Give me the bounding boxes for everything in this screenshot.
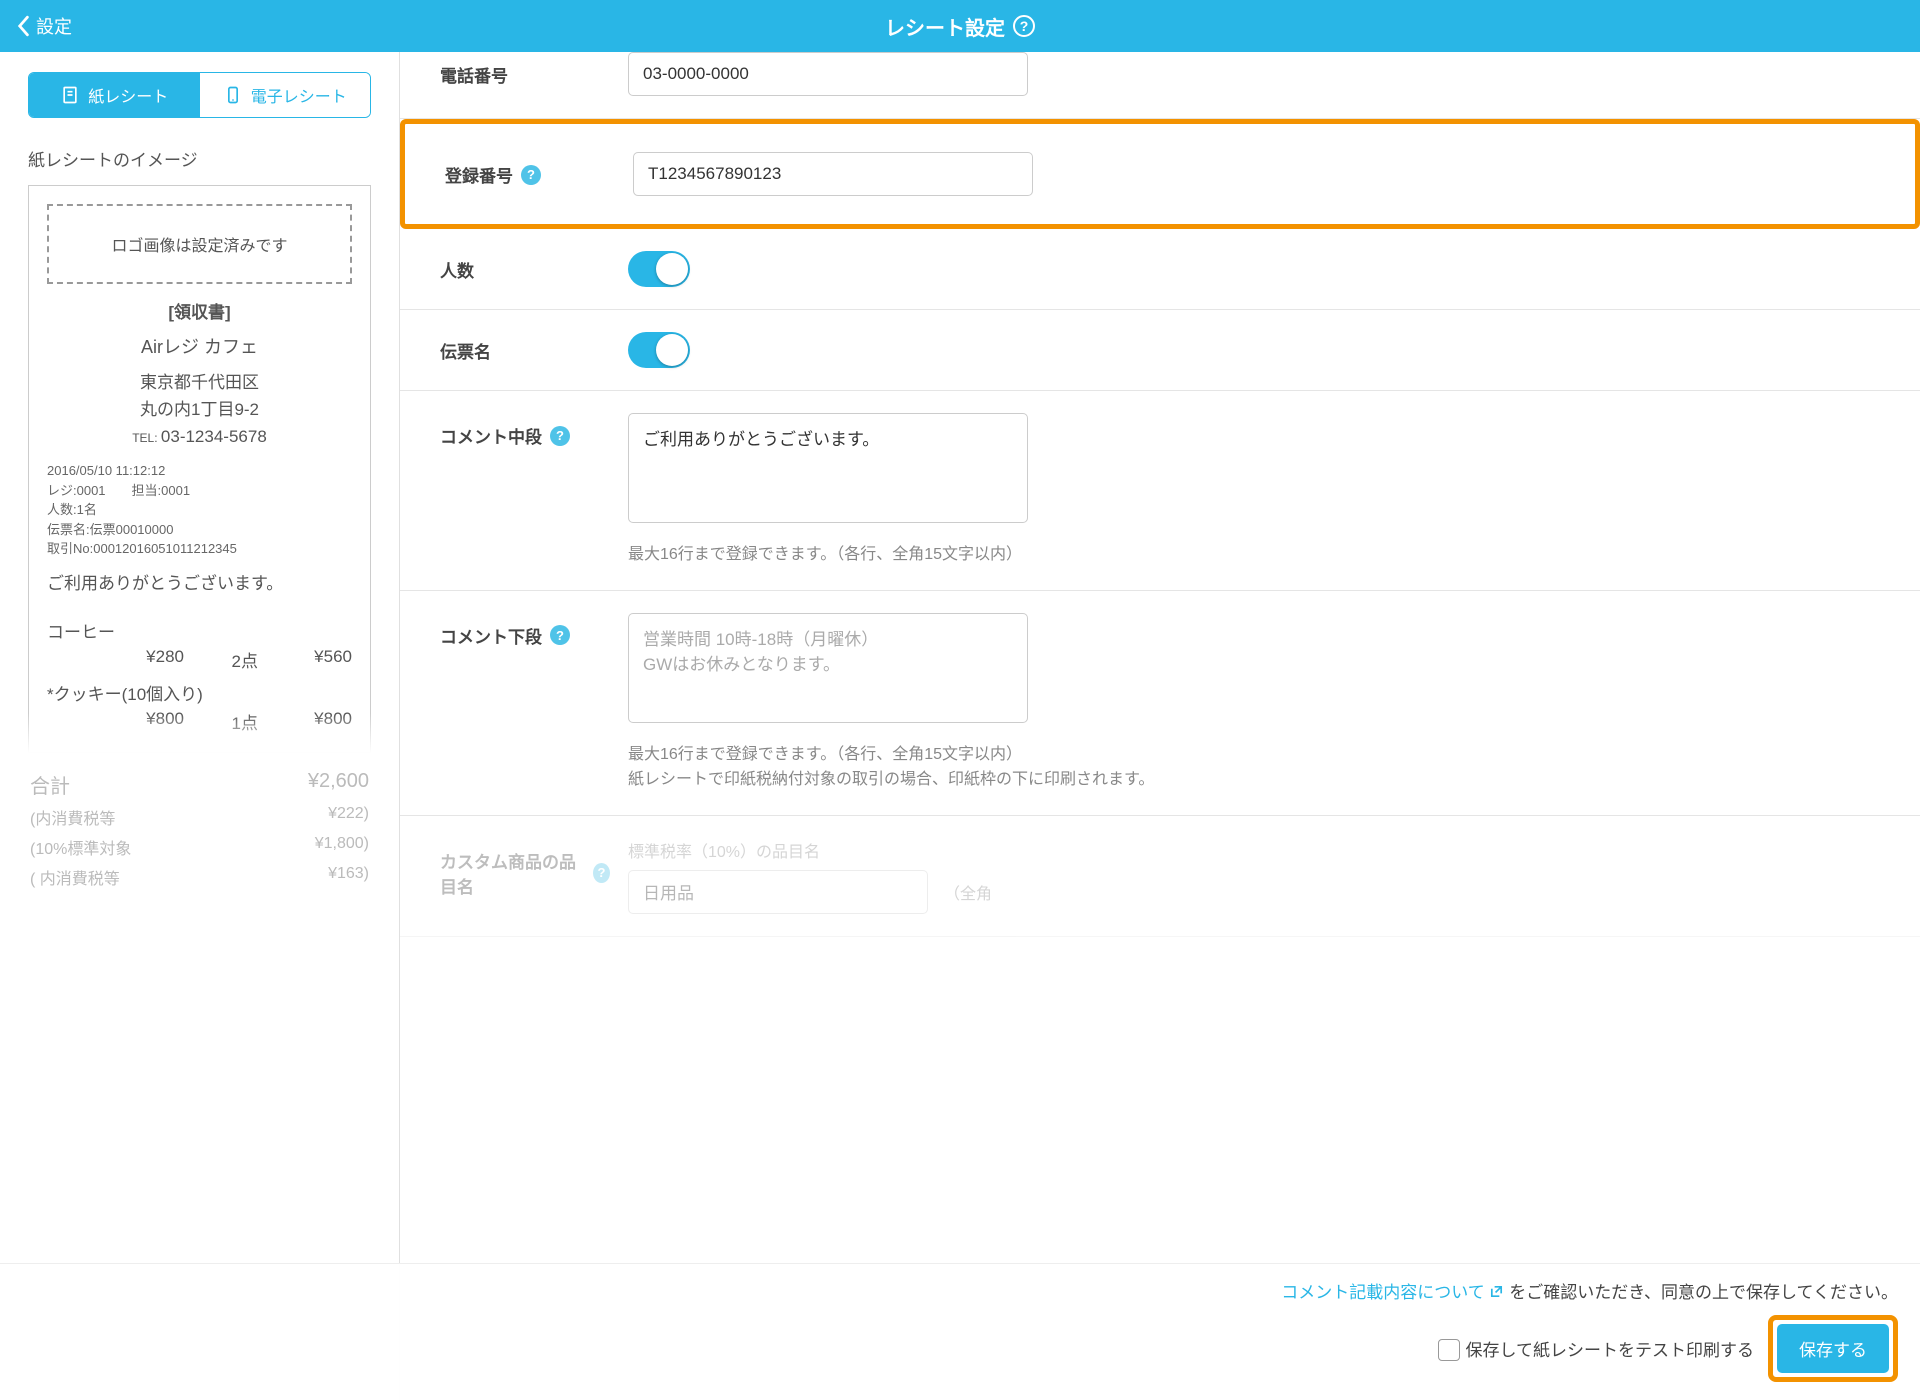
app-header: 設定 レシート設定 ?	[0, 0, 1920, 52]
receipt-meta: 2016/05/10 11:12:12レジ:0001 担当:0001人数:1名伝…	[47, 461, 352, 559]
row-custom-item: カスタム商品の品目名? 標準税率（10%）の品目名 （全角	[400, 816, 1920, 937]
comment-mid-input[interactable]	[628, 413, 1028, 523]
receipt-totals: 合計¥2,600 (内消費税等¥222) (10%標準対象¥1,800) ( 内…	[28, 753, 371, 892]
label-regnum: 登録番号?	[445, 152, 615, 187]
receipt-icon	[60, 85, 80, 105]
preview-heading: 紙レシートのイメージ	[28, 146, 371, 171]
receipt-preview: ロゴ画像は設定済みです [領収書] Airレジ カフェ 東京都千代田区 丸の内1…	[28, 185, 371, 753]
regnum-input[interactable]	[633, 152, 1033, 196]
custom-suffix: （全角	[944, 880, 992, 904]
help-icon[interactable]: ?	[550, 426, 570, 446]
phone-icon	[223, 85, 243, 105]
row-comment-bottom: コメント下段? 最大16行まで登録できます。（各行、全角15文字以内） 紙レシー…	[400, 591, 1920, 816]
logo-placeholder: ロゴ画像は設定済みです	[47, 204, 352, 284]
label-people: 人数	[440, 251, 610, 282]
tab-digital[interactable]: 電子レシート	[200, 73, 371, 117]
sidebar: 紙レシート 電子レシート 紙レシートのイメージ ロゴ画像は設定済みです [領収書…	[0, 52, 400, 1400]
receipt-tel: TEL: 03-1234-5678	[47, 427, 352, 447]
back-label: 設定	[36, 13, 72, 39]
custom-input[interactable]	[628, 870, 928, 914]
help-icon[interactable]: ?	[521, 165, 541, 185]
row-comment-mid: コメント中段? 最大16行まで登録できます。（各行、全角15文字以内）	[400, 391, 1920, 591]
highlight-registration: 登録番号?	[400, 119, 1920, 229]
chevron-left-icon	[16, 15, 30, 37]
comment-bottom-hint: 最大16行まで登録できます。（各行、全角15文字以内） 紙レシートで印紙税納付対…	[628, 742, 1892, 793]
highlight-save: 保存する	[1768, 1315, 1898, 1382]
receipt-items: コーヒー ¥2802点¥560 *クッキー(10個入り) ¥8001点¥800	[47, 618, 352, 734]
tab-paper[interactable]: 紙レシート	[29, 73, 200, 117]
phone-input[interactable]	[628, 52, 1028, 96]
tab-paper-label: 紙レシート	[88, 83, 168, 107]
label-custom: カスタム商品の品目名?	[440, 838, 610, 898]
label-comment-bottom: コメント下段?	[440, 613, 610, 648]
save-button[interactable]: 保存する	[1777, 1324, 1889, 1373]
row-phone: 電話番号	[400, 52, 1920, 119]
external-link-icon	[1489, 1284, 1504, 1299]
test-print-checkbox[interactable]: 保存して紙レシートをテスト印刷する	[1438, 1336, 1755, 1361]
help-icon[interactable]: ?	[550, 625, 570, 645]
help-icon[interactable]: ?	[593, 863, 610, 883]
comment-bottom-input[interactable]	[628, 613, 1028, 723]
people-toggle[interactable]	[628, 251, 690, 287]
comment-mid-hint: 最大16行まで登録できます。（各行、全角15文字以内）	[628, 542, 1892, 568]
page-title: レシート設定 ?	[885, 12, 1035, 41]
footer-note: コメント記載内容について をご確認いただき、同意の上で保存してください。	[1281, 1278, 1898, 1303]
receipt-message: ご利用ありがとうございます。	[47, 569, 352, 594]
help-icon[interactable]: ?	[1013, 15, 1035, 37]
back-button[interactable]: 設定	[16, 13, 72, 39]
tab-digital-label: 電子レシート	[251, 83, 347, 107]
label-comment-mid: コメント中段?	[440, 413, 610, 448]
receipt-title: [領収書]	[47, 298, 352, 323]
receipt-type-tabs: 紙レシート 電子レシート	[28, 72, 371, 118]
label-phone: 電話番号	[440, 52, 610, 87]
footer-bar: コメント記載内容について をご確認いただき、同意の上で保存してください。 保存し…	[0, 1263, 1920, 1400]
page-title-text: レシート設定	[885, 12, 1005, 41]
custom-sub: 標準税率（10%）の品目名	[628, 838, 1892, 862]
slip-toggle[interactable]	[628, 332, 690, 368]
row-people: 人数	[400, 229, 1920, 310]
comment-policy-link[interactable]: コメント記載内容について	[1281, 1283, 1509, 1302]
receipt-addr1: 東京都千代田区	[47, 369, 352, 396]
receipt-addr2: 丸の内1丁目9-2	[47, 396, 352, 423]
receipt-shop: Airレジ カフェ	[47, 333, 352, 359]
label-slip: 伝票名	[440, 332, 610, 363]
row-regnum: 登録番号?	[400, 124, 1920, 224]
row-slip: 伝票名	[400, 310, 1920, 391]
settings-form: 電話番号 登録番号? 人数 伝票名 コメント中段? 最大16行まで登録できます。…	[400, 52, 1920, 1400]
